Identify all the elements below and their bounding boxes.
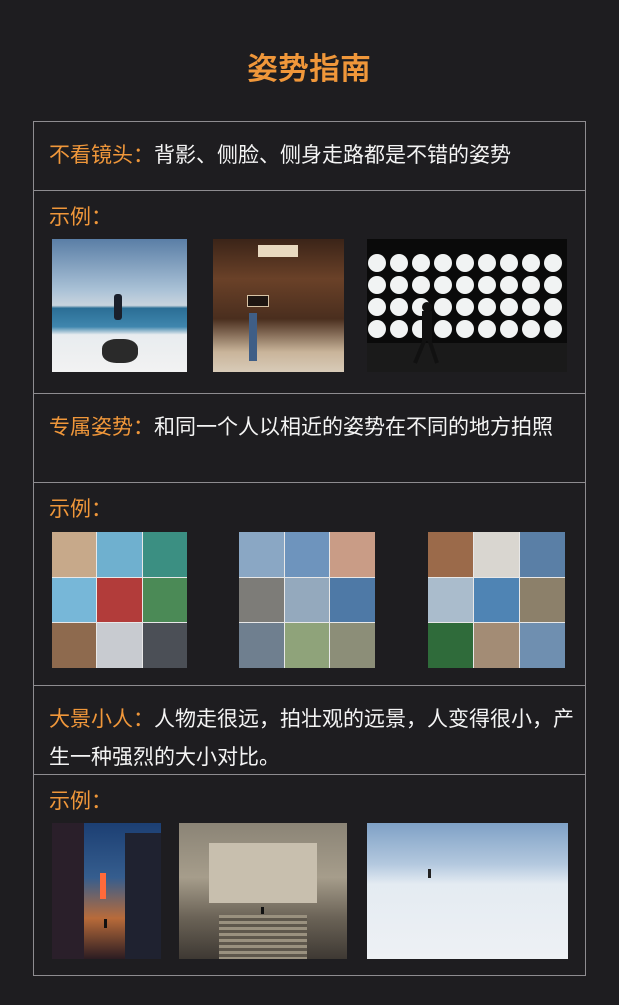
- section-3-examples: 示例：: [34, 775, 585, 975]
- section-2-key: 专属姿势：: [49, 415, 154, 439]
- section-1-key: 不看镜头：: [49, 143, 154, 167]
- japanese-shop-front-photo: [213, 239, 344, 372]
- travel-collage-woman-photo: [52, 532, 187, 668]
- travel-collage-family-photo: [239, 532, 375, 668]
- section-1-example-label: 示例：: [49, 205, 112, 229]
- section-2-desc: 和同一个人以相近的姿势在不同的地方拍照: [154, 415, 553, 439]
- seaside-back-view-photo: [52, 239, 187, 372]
- section-3-key: 大景小人：: [49, 707, 154, 731]
- section-3-text: 大景小人：人物走很远，拍壮观的远景，人变得很小，产生一种强烈的大小对比。: [34, 686, 585, 775]
- section-1-examples: 示例：: [34, 191, 585, 394]
- pose-guide-card: 不看镜头：背影、侧脸、侧身走路都是不错的姿势 示例： 专属姿势：和同一个人以相近…: [33, 121, 586, 976]
- grand-staircase-hall-photo: [179, 823, 347, 959]
- section-1-text: 不看镜头：背影、侧脸、侧身走路都是不错的姿势: [34, 122, 585, 191]
- section-3-example-label: 示例：: [49, 789, 112, 813]
- night-street-tiny-person-photo: [52, 823, 161, 959]
- white-circles-wall-walker-photo: [367, 239, 567, 372]
- page-title: 姿势指南: [247, 52, 372, 87]
- travel-collage-elderly-couple-photo: [428, 532, 565, 668]
- section-2-text: 专属姿势：和同一个人以相近的姿势在不同的地方拍照: [34, 394, 585, 483]
- section-2-examples: 示例：: [34, 483, 585, 686]
- section-1-desc: 背影、侧脸、侧身走路都是不错的姿势: [154, 143, 511, 167]
- section-2-example-label: 示例：: [49, 497, 112, 521]
- salt-flat-tiny-person-photo: [367, 823, 568, 959]
